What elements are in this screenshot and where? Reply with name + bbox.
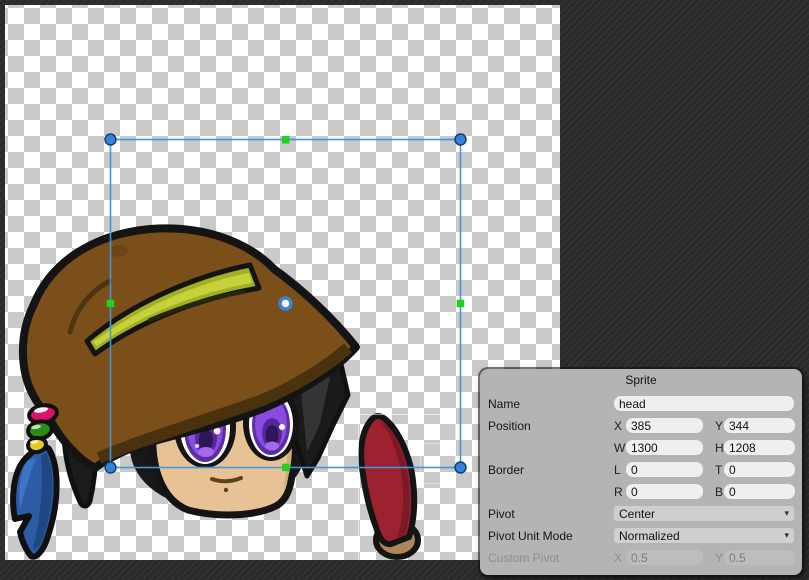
b-axis-label: B bbox=[715, 485, 724, 499]
border-rb-row: R B bbox=[488, 484, 794, 499]
pivot-unit-mode-dropdown[interactable]: Normalized ▾ bbox=[614, 528, 794, 543]
y-axis-label: Y bbox=[715, 419, 724, 433]
texture-canvas[interactable] bbox=[5, 5, 560, 560]
custom-pivot-y-axis-label: Y bbox=[715, 551, 724, 565]
custom-pivot-row: Custom Pivot X Y bbox=[488, 550, 794, 565]
position-h-input[interactable] bbox=[724, 440, 795, 455]
name-label: Name bbox=[488, 397, 614, 411]
dropdown-arrow-icon: ▾ bbox=[784, 531, 789, 540]
border-lt-row: Border L T bbox=[488, 462, 794, 477]
corner-handle-bottom-left[interactable] bbox=[105, 462, 116, 473]
pivot-unit-mode-dropdown-value: Normalized bbox=[619, 529, 680, 543]
position-x-input[interactable] bbox=[626, 418, 703, 433]
pivot-indicator[interactable] bbox=[280, 298, 291, 309]
custom-pivot-y-input bbox=[724, 550, 795, 565]
border-r-input[interactable] bbox=[626, 484, 703, 499]
edge-handle-left[interactable] bbox=[107, 300, 115, 308]
name-row: Name bbox=[488, 396, 794, 411]
h-axis-label: H bbox=[715, 441, 724, 455]
border-l-input[interactable] bbox=[626, 462, 703, 477]
pivot-dropdown-value: Center bbox=[619, 507, 655, 521]
l-axis-label: L bbox=[614, 463, 626, 477]
edge-handle-top[interactable] bbox=[282, 136, 290, 144]
t-axis-label: T bbox=[715, 463, 724, 477]
dropdown-arrow-icon: ▾ bbox=[784, 509, 789, 518]
position-xy-row: Position X Y bbox=[488, 418, 794, 433]
position-label: Position bbox=[488, 419, 614, 433]
edge-handle-bottom[interactable] bbox=[282, 464, 290, 472]
panel-title: Sprite bbox=[488, 373, 794, 387]
hat-smudge bbox=[110, 245, 128, 257]
pivot-unit-mode-label: Pivot Unit Mode bbox=[488, 529, 614, 543]
position-wh-row: W H bbox=[488, 440, 794, 455]
border-t-input[interactable] bbox=[724, 462, 795, 477]
position-y-input[interactable] bbox=[724, 418, 795, 433]
pivot-label: Pivot bbox=[488, 507, 614, 521]
w-axis-label: W bbox=[614, 441, 626, 455]
position-w-input[interactable] bbox=[626, 440, 703, 455]
corner-handle-bottom-right[interactable] bbox=[455, 462, 466, 473]
name-input[interactable] bbox=[614, 396, 794, 411]
edge-handle-right[interactable] bbox=[457, 300, 465, 308]
sprite-artwork bbox=[5, 5, 560, 560]
border-label: Border bbox=[488, 463, 614, 477]
x-axis-label: X bbox=[614, 419, 626, 433]
pivot-row: Pivot Center ▾ bbox=[488, 506, 794, 521]
custom-pivot-x-input bbox=[626, 550, 703, 565]
custom-pivot-x-axis-label: X bbox=[614, 551, 626, 565]
pivot-dropdown[interactable]: Center ▾ bbox=[614, 506, 794, 521]
corner-handle-top-right[interactable] bbox=[455, 134, 466, 145]
corner-handle-top-left[interactable] bbox=[105, 134, 116, 145]
r-axis-label: R bbox=[614, 485, 626, 499]
border-b-input[interactable] bbox=[724, 484, 795, 499]
sprite-inspector-panel: Sprite Name Position X Y W H Border L T bbox=[480, 369, 802, 575]
custom-pivot-label: Custom Pivot bbox=[488, 551, 614, 565]
pivot-unit-mode-row: Pivot Unit Mode Normalized ▾ bbox=[488, 528, 794, 543]
chin-dot bbox=[224, 488, 228, 492]
sprite-editor-view: Sprite Name Position X Y W H Border L T bbox=[0, 0, 809, 580]
sprite-rect-outline[interactable] bbox=[421, 444, 456, 484]
